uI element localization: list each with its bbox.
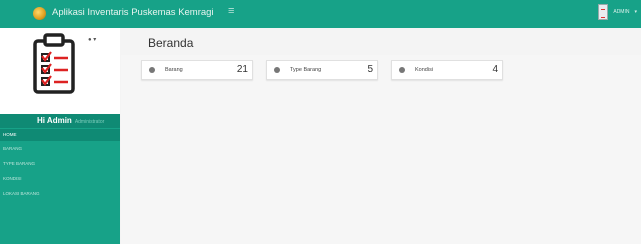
- sidebar-nav: HOME BARANG TYPE BARANG KONDISI LOKASI B…: [0, 129, 120, 201]
- app-title[interactable]: Aplikasi Inventaris Puskemas Kemragi: [52, 7, 214, 18]
- stat-card-value: 4: [492, 64, 498, 75]
- stat-card-label: Kondisi: [415, 67, 434, 73]
- hamburger-icon[interactable]: ≡: [228, 6, 234, 17]
- greeting-bar: Hi Admin Administrator: [0, 114, 120, 128]
- stat-card-label: Type Barang: [290, 67, 322, 73]
- stat-card-label: Barang: [165, 67, 183, 73]
- stat-card-barang[interactable]: Barang 21: [141, 60, 253, 80]
- globe-icon: [274, 67, 280, 73]
- sidebar-item-type-barang[interactable]: TYPE BARANG: [0, 156, 120, 171]
- sidebar-item-barang[interactable]: BARANG: [0, 141, 120, 156]
- top-navbar: Aplikasi Inventaris Puskemas Kemragi ≡ A…: [0, 0, 641, 28]
- clipboard-icon: [33, 33, 75, 94]
- page-title: Beranda: [148, 36, 194, 50]
- greeting-name: Hi Admin: [37, 116, 72, 125]
- stat-card-type-barang[interactable]: Type Barang 5: [266, 60, 378, 80]
- sidebar-item-lokasi-barang[interactable]: LOKASI BARANG: [0, 186, 120, 201]
- stat-card-value: 21: [236, 64, 248, 75]
- dashboard-content: Barang 21 Type Barang 5 Kondisi 4: [121, 55, 641, 244]
- user-name: ADMIN: [613, 9, 630, 15]
- stat-card-kondisi[interactable]: Kondisi 4: [391, 60, 503, 80]
- stat-card-value: 5: [367, 64, 373, 75]
- sidebar-toggle-icon[interactable]: ● ▾: [88, 36, 96, 43]
- globe-icon: [149, 67, 155, 73]
- sidebar-item-home[interactable]: HOME: [0, 129, 120, 141]
- greeting-role: Administrator: [74, 119, 105, 125]
- sidebar-item-kondisi[interactable]: KONDISI: [0, 171, 120, 186]
- user-menu[interactable]: ADMIN ▾: [598, 4, 637, 20]
- globe-icon: [399, 67, 405, 73]
- sidebar: ● ▾ Hi Admin Administrator HOME BARANG TY…: [0, 28, 120, 244]
- app-logo-icon: [33, 7, 46, 20]
- chevron-down-icon: ▾: [634, 9, 637, 15]
- greeting-text: Hi Admin Administrator: [37, 116, 104, 125]
- sidebar-header: ● ▾: [0, 28, 120, 114]
- user-avatar-icon: [598, 4, 609, 20]
